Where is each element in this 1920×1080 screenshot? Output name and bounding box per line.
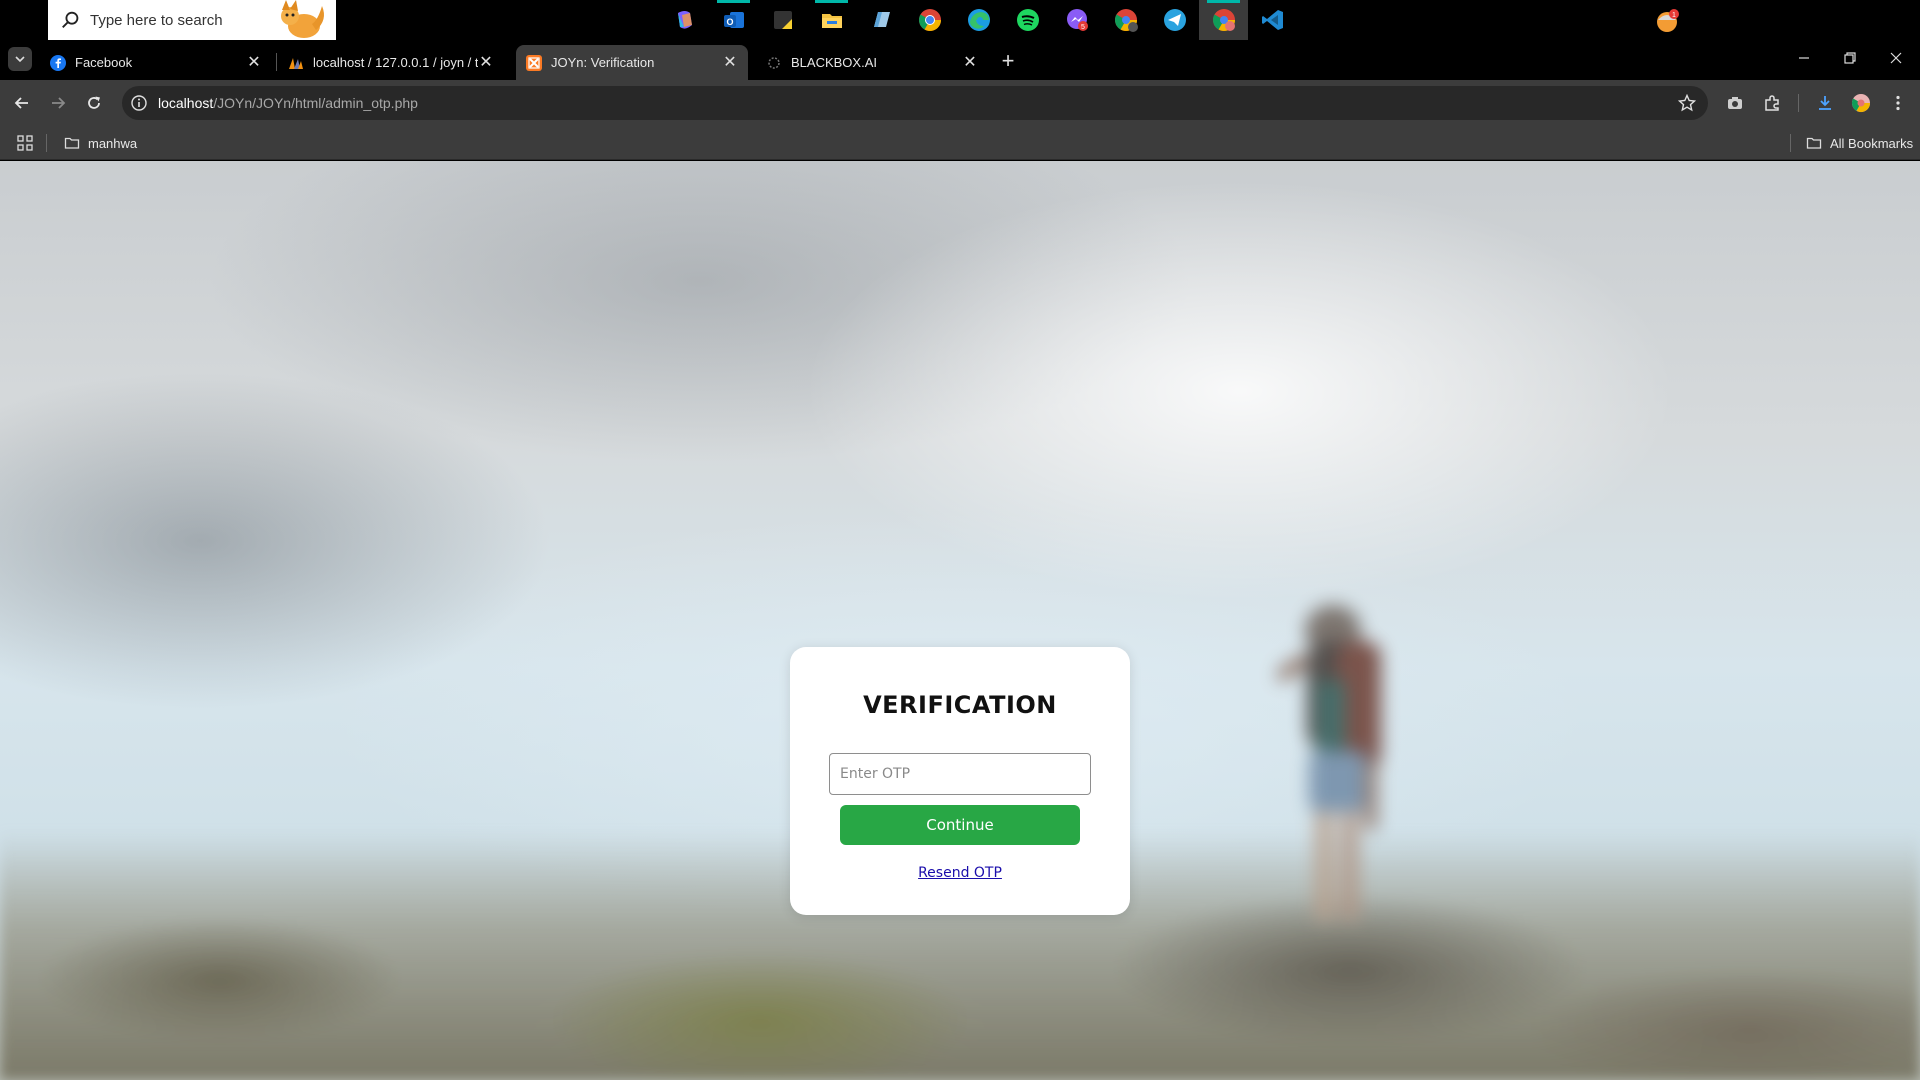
tab-blackbox-ai[interactable]: BLACKBOX.AI ✕ (756, 45, 988, 80)
avatar-icon (1851, 94, 1870, 113)
close-icon[interactable]: ✕ (246, 54, 262, 71)
back-arrow-icon (14, 97, 28, 109)
bookmark-folder-label: manhwa (88, 135, 138, 151)
browser-tab-strip: Facebook ✕ localhost / 127.0.0.1 / joyn … (0, 41, 1920, 80)
site-info-icon[interactable] (130, 94, 148, 112)
all-bookmarks-button[interactable]: All Bookmarks (1806, 126, 1913, 160)
close-icon (1890, 52, 1902, 64)
forward-button[interactable] (46, 91, 70, 115)
tab-facebook[interactable]: Facebook ✕ (40, 45, 272, 80)
url-path: /JOYn/JOYn/html/admin_otp.php (213, 95, 418, 111)
continue-button[interactable]: Continue (840, 805, 1080, 845)
url-text: localhost/JOYn/JOYn/html/admin_otp.php (158, 95, 418, 111)
close-window-button[interactable] (1884, 46, 1908, 70)
svg-text:O: O (726, 17, 733, 27)
svg-text:5: 5 (1081, 24, 1085, 31)
new-tab-button[interactable]: + (996, 48, 1020, 73)
downloads-button[interactable] (1813, 91, 1837, 115)
facebook-icon (50, 54, 66, 71)
search-placeholder: Type here to search (90, 11, 223, 29)
tab-joyn-verification[interactable]: JOYn: Verification ✕ (516, 45, 748, 80)
chrome-profile-icon[interactable] (1101, 0, 1150, 40)
otp-input[interactable] (829, 753, 1091, 795)
chevron-down-icon (15, 56, 25, 63)
download-icon (1819, 96, 1831, 110)
bookmark-star-icon[interactable] (1678, 94, 1696, 112)
bookmarks-bar: manhwa All Bookmarks (0, 126, 1920, 160)
screenshot-extension-button[interactable] (1723, 91, 1747, 115)
tab-separator (276, 53, 277, 71)
tray-badge-count: 1 (1672, 12, 1676, 19)
reload-button[interactable] (82, 91, 106, 115)
taskbar-apps: O 5 (660, 0, 1297, 40)
bookmarks-separator (1790, 134, 1791, 152)
url-host: localhost (158, 95, 214, 111)
copilot-icon[interactable] (660, 0, 709, 40)
folder-icon (1806, 137, 1822, 149)
close-icon[interactable]: ✕ (962, 54, 978, 71)
telegram-icon[interactable] (1150, 0, 1199, 40)
sticky-notes-icon[interactable] (758, 0, 807, 40)
address-bar[interactable]: localhost/JOYn/JOYn/html/admin_otp.php (122, 86, 1708, 120)
camera-icon (1728, 97, 1742, 109)
tab-phpmyadmin[interactable]: localhost / 127.0.0.1 / joyn / tb ✕ (278, 45, 504, 80)
taskbar-search-box[interactable]: Type here to search (48, 0, 336, 40)
chrome-icon[interactable] (905, 0, 954, 40)
fox-mascot-icon (281, 0, 324, 38)
xampp-icon (526, 54, 542, 71)
tab-title: localhost / 127.0.0.1 / joyn / tb (313, 55, 478, 70)
restore-icon (1844, 52, 1856, 64)
chrome-active-icon[interactable] (1199, 0, 1248, 40)
close-icon[interactable]: ✕ (478, 54, 494, 71)
resend-otp-link[interactable]: Resend OTP (790, 865, 1130, 881)
verification-card: VERIFICATION Continue Resend OTP (790, 647, 1130, 915)
page-title: VERIFICATION (863, 691, 1057, 719)
spotify-icon[interactable] (1003, 0, 1052, 40)
puzzle-icon (1765, 95, 1779, 111)
forward-arrow-icon (52, 97, 66, 109)
edge-icon[interactable] (954, 0, 1003, 40)
bookmark-folder-manhwa[interactable]: manhwa (64, 126, 137, 160)
folder-icon (64, 137, 80, 149)
vscode-icon[interactable] (1248, 0, 1297, 40)
background-hiker-image (1276, 605, 1381, 921)
close-icon[interactable]: ✕ (722, 54, 738, 71)
tab-search-button[interactable] (8, 47, 32, 71)
toolbar-separator (1798, 94, 1799, 112)
search-icon (62, 11, 79, 28)
minimize-icon (1799, 57, 1809, 59)
tab-title: BLACKBOX.AI (791, 55, 877, 70)
back-button[interactable] (10, 91, 34, 115)
tab-title: Facebook (75, 55, 133, 70)
notification-tray-icon[interactable]: 1 (1654, 6, 1682, 34)
page-viewport: VERIFICATION Continue Resend OTP (0, 161, 1920, 1080)
outlook-icon[interactable]: O (709, 0, 758, 40)
blackbox-icon (768, 56, 780, 69)
restore-button[interactable] (1838, 46, 1862, 70)
more-vertical-icon (1896, 95, 1900, 111)
bookmarks-separator (46, 134, 47, 152)
windows-taskbar: Type here to search O 5 1 (0, 0, 1920, 41)
file-explorer-icon[interactable] (807, 0, 856, 40)
apps-grid-icon[interactable] (16, 134, 34, 152)
phpmyadmin-icon (289, 57, 303, 69)
browser-toolbar: localhost/JOYn/JOYn/html/admin_otp.php (0, 80, 1920, 126)
files-icon[interactable] (856, 0, 905, 40)
extensions-button[interactable] (1760, 91, 1784, 115)
browser-menu-button[interactable] (1886, 91, 1910, 115)
profile-button[interactable] (1849, 91, 1873, 115)
messenger-icon[interactable]: 5 (1052, 0, 1101, 40)
minimize-button[interactable] (1792, 46, 1816, 70)
tab-title: JOYn: Verification (551, 55, 655, 70)
reload-icon (88, 96, 100, 109)
all-bookmarks-label: All Bookmarks (1830, 135, 1914, 151)
